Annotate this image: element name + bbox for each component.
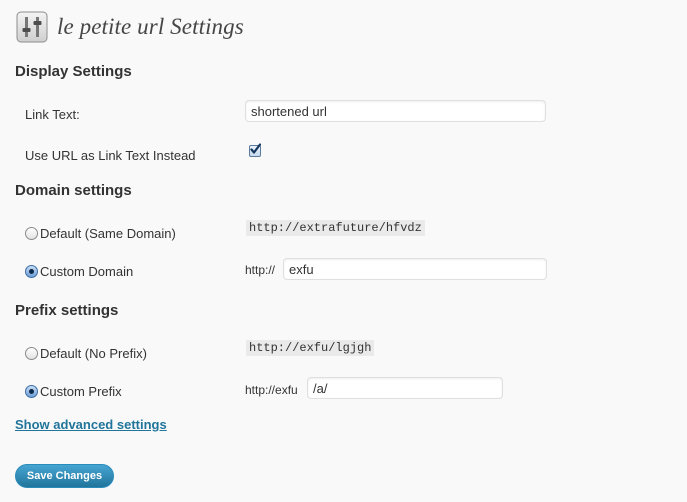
custom-domain-input[interactable] <box>283 258 547 280</box>
checkmark-icon <box>250 143 261 154</box>
link-text-label: Link Text: <box>25 107 80 122</box>
page-header: le petite url Settings <box>16 10 244 44</box>
use-url-label: Use URL as Link Text Instead <box>25 148 196 163</box>
domain-custom-label: Custom Domain <box>40 264 134 279</box>
domain-custom-prefix: http:// <box>245 263 276 277</box>
domain-default-example: http://extrafuture/hfvdz <box>246 220 425 236</box>
prefix-default-radio[interactable] <box>25 347 38 360</box>
prefix-custom-label: Custom Prefix <box>40 384 122 399</box>
domain-custom-option[interactable]: Custom Domain <box>25 264 133 279</box>
show-advanced-settings-link[interactable]: Show advanced settings <box>15 417 167 432</box>
use-url-checkbox[interactable] <box>249 143 261 157</box>
prefix-custom-option[interactable]: Custom Prefix <box>25 384 122 399</box>
domain-settings-heading: Domain settings <box>15 182 132 199</box>
prefix-custom-prefix: http://exfu <box>245 383 298 397</box>
domain-default-label: Default (Same Domain) <box>40 226 176 241</box>
display-settings-heading: Display Settings <box>15 63 132 80</box>
prefix-default-label: Default (No Prefix) <box>40 346 147 361</box>
settings-page: le petite url Settings Display Settings … <box>0 0 687 502</box>
prefix-default-example: http://exfu/lgjgh <box>246 340 375 356</box>
custom-prefix-input[interactable] <box>307 377 503 399</box>
page-title: le petite url Settings <box>57 14 244 39</box>
prefix-custom-radio[interactable] <box>25 385 38 398</box>
prefix-default-option[interactable]: Default (No Prefix) <box>25 346 147 361</box>
link-text-input[interactable] <box>245 100 546 122</box>
domain-default-radio[interactable] <box>25 227 38 240</box>
domain-default-option[interactable]: Default (Same Domain) <box>25 226 176 241</box>
prefix-settings-heading: Prefix settings <box>15 302 119 319</box>
settings-sliders-icon <box>16 11 48 43</box>
domain-custom-radio[interactable] <box>25 265 38 278</box>
save-changes-button[interactable]: Save Changes <box>15 464 114 488</box>
